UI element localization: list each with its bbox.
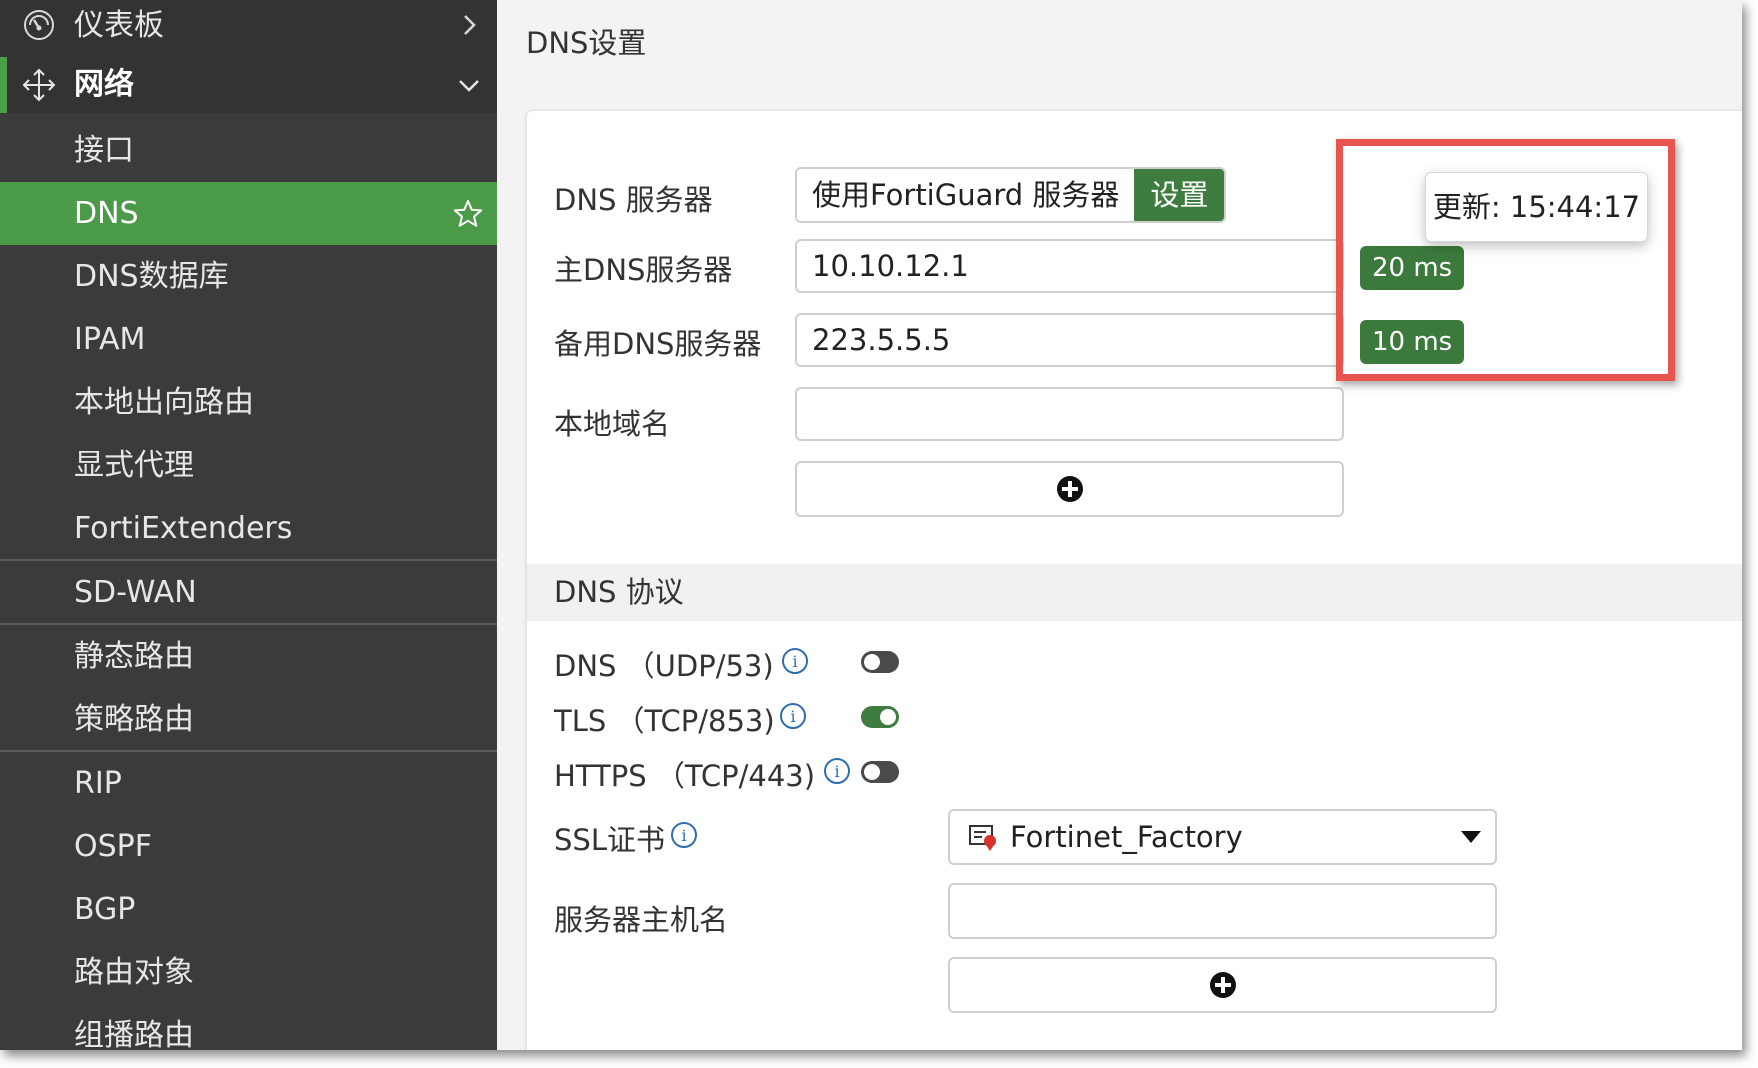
server-hostname-input[interactable] [948,883,1497,939]
sidebar-item-label: 路由对象 [74,955,194,990]
sidebar-item-dns-database[interactable]: DNS数据库 [0,245,497,308]
move-arrows-icon [22,68,56,102]
ssl-cert-label: SSL证书 [554,823,665,857]
primary-dns-input[interactable]: 10.10.12.1 [795,239,1344,293]
sidebar-item-label: 本地出向路由 [74,385,254,420]
protocol-label-tls: TLS （TCP/853) [554,704,775,738]
protocol-label-https: HTTPS （TCP/443) [554,759,816,793]
sidebar-item-policy-routes[interactable]: 策略路由 [0,688,497,751]
sidebar-item-label: OSPF [74,829,153,864]
sidebar-item-ospf[interactable]: OSPF [0,815,497,878]
dns-servers-label: DNS 服务器 [554,183,713,217]
ssl-cert-select[interactable]: Fortinet_Factory [948,809,1497,865]
sidebar-item-label: 静态路由 [74,639,194,674]
local-domain-input[interactable] [795,387,1344,441]
star-favorite-icon[interactable] [452,198,484,230]
sidebar-item-label: DNS数据库 [74,259,229,294]
dashboard-gauge-icon [24,10,54,40]
svg-text:i: i [790,707,795,726]
chevron-down-icon [459,80,479,92]
sidebar-item-sd-wan[interactable]: SD-WAN [0,561,497,624]
annotation-highlight-box [1336,139,1675,381]
certificate-icon [969,825,996,851]
toggle-knob [880,709,896,725]
info-icon[interactable]: i [779,702,807,730]
sidebar-item-dashboard[interactable]: 仪表板 [0,0,497,57]
dns-server-selector: 使用FortiGuard 服务器 设置 [795,167,1227,223]
set-button[interactable]: 设置 [1134,169,1225,221]
sidebar-item-bgp[interactable]: BGP [0,878,497,941]
sidebar-item-interfaces[interactable]: 接口 [0,119,497,182]
sidebar-item-fortiextenders[interactable]: FortiExtenders [0,497,497,560]
sidebar-item-label: FortiExtenders [74,511,293,546]
sidebar-item-rip[interactable]: RIP [0,752,497,815]
plus-circle-icon [1056,476,1083,502]
page-title: DNS设置 [526,26,647,60]
sidebar-item-dns[interactable]: DNS [0,182,497,245]
sidebar-item-label: RIP [74,766,122,801]
sidebar-item-label: 接口 [74,133,134,168]
sidebar-item-label: DNS [74,196,139,231]
toggle-knob [864,764,880,780]
sidebar-item-label: 仪表板 [74,8,164,43]
server-hostname-label: 服务器主机名 [554,903,729,937]
secondary-dns-input[interactable]: 223.5.5.5 [795,313,1344,367]
dns-udp53-toggle[interactable] [861,651,899,673]
toggle-knob [864,654,880,670]
sidebar-item-ipam[interactable]: IPAM [0,308,497,371]
app-window: 仪表板 网络 接口 DNS DNS数据库 IPAM 本地出向路由 显式代理 Fo… [0,0,1742,1050]
sidebar-item-label: 策略路由 [74,702,194,737]
dropdown-arrow-icon [1461,831,1481,843]
sidebar-item-multicast[interactable]: 组播路由 [0,1004,497,1050]
sidebar-item-local-out-routing[interactable]: 本地出向路由 [0,371,497,434]
sidebar-item-static-routes[interactable]: 静态路由 [0,625,497,688]
info-icon[interactable]: i [781,647,809,675]
info-icon[interactable]: i [823,757,851,785]
svg-text:i: i [681,826,686,845]
svg-text:i: i [834,762,839,781]
sidebar-item-network[interactable]: 网络 [0,57,497,113]
secondary-dns-label: 备用DNS服务器 [554,327,762,361]
plus-circle-icon [1209,972,1236,998]
fortiguard-server-option[interactable]: 使用FortiGuard 服务器 [797,169,1135,221]
sidebar-item-routing-objects[interactable]: 路由对象 [0,941,497,1004]
svg-text:i: i [792,652,797,671]
info-icon[interactable]: i [670,821,698,849]
sidebar-item-explicit-proxy[interactable]: 显式代理 [0,434,497,497]
primary-dns-label: 主DNS服务器 [554,253,733,287]
tls-tcp853-toggle[interactable] [861,706,899,728]
sidebar-item-label: BGP [74,892,136,927]
sidebar-item-label: SD-WAN [74,575,197,610]
ssl-cert-value: Fortinet_Factory [1010,820,1243,854]
https-tcp443-toggle[interactable] [861,761,899,783]
sidebar-item-label: 显式代理 [74,448,194,483]
sidebar-item-label: 网络 [74,67,134,102]
add-local-domain-button[interactable] [795,461,1344,517]
sidebar: 仪表板 网络 接口 DNS DNS数据库 IPAM 本地出向路由 显式代理 Fo… [0,0,497,1050]
sidebar-item-label: 组播路由 [74,1018,194,1050]
protocol-label-dns: DNS （UDP/53) [554,649,774,683]
chevron-right-icon [464,15,476,35]
local-domain-label: 本地域名 [554,407,671,441]
dns-protocols-header: DNS 协议 [527,564,1742,621]
add-server-hostname-button[interactable] [948,957,1497,1013]
sidebar-item-label: IPAM [74,322,146,357]
